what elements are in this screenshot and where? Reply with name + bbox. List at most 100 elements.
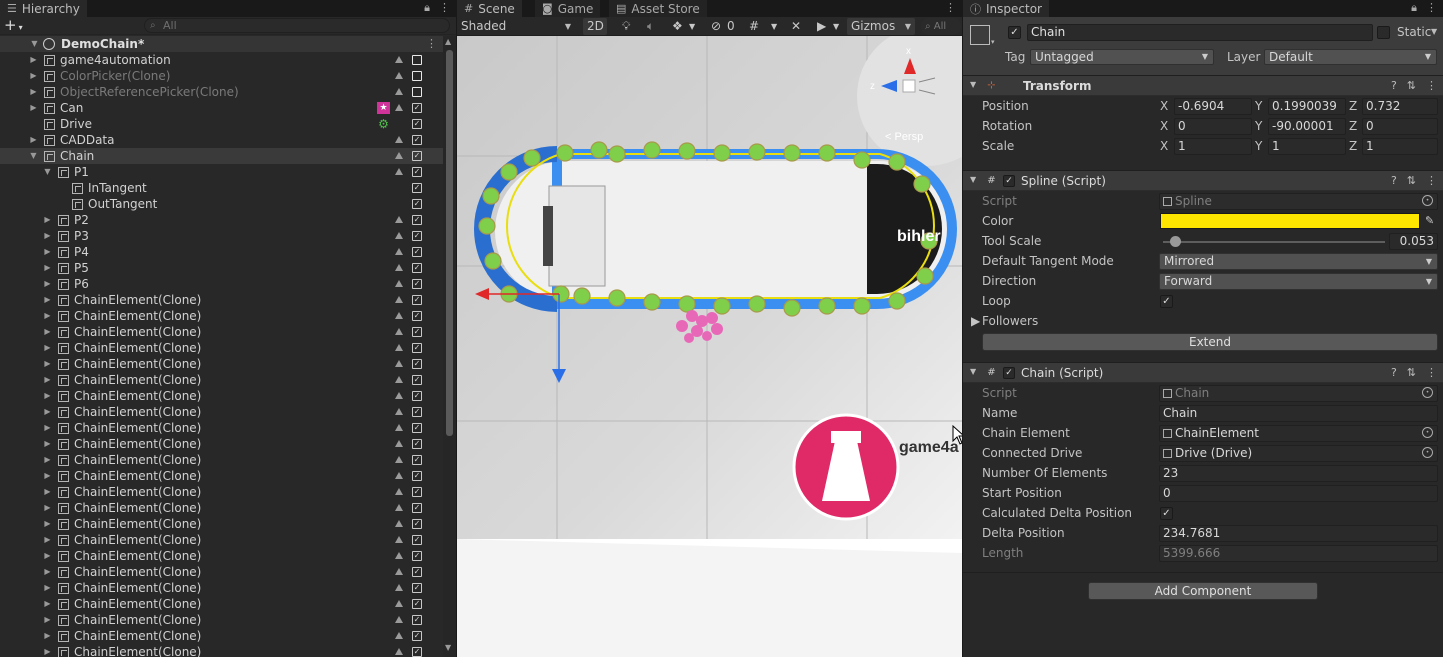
color-swatch[interactable]: [1160, 213, 1420, 229]
hierarchy-row[interactable]: ▶ ChainElement(Clone) ✓: [0, 388, 443, 404]
hierarchy-search-input[interactable]: ⌕ All: [144, 18, 450, 33]
collapsed-arrow-icon[interactable]: ▶: [43, 292, 52, 308]
extend-button[interactable]: Extend: [982, 333, 1438, 351]
tab-asset-store[interactable]: ▤ Asset Store: [609, 0, 707, 17]
transform-header[interactable]: ▼ ⊹ Transform ? ⇅ ⋮: [963, 75, 1443, 96]
scene-search-input[interactable]: ⌕ All: [921, 18, 961, 35]
collapsed-arrow-icon[interactable]: ▶: [43, 436, 52, 452]
hierarchy-row[interactable]: ▶ ChainElement(Clone) ✓: [0, 500, 443, 516]
collapsed-arrow-icon[interactable]: ▶: [43, 356, 52, 372]
eyedropper-icon[interactable]: ✎: [1425, 214, 1434, 227]
chevron-down-icon[interactable]: ▼: [833, 18, 839, 35]
hierarchy-row[interactable]: ▶ ChainElement(Clone) ✓: [0, 564, 443, 580]
active-toggle-checkbox[interactable]: ✓: [412, 295, 422, 305]
rotation-z-field[interactable]: 0: [1362, 118, 1438, 135]
collapsed-arrow-icon[interactable]: ▶: [43, 564, 52, 580]
start-position-field[interactable]: 0: [1159, 485, 1438, 502]
menu-kebab-icon[interactable]: ⋮: [1426, 1, 1437, 15]
hierarchy-row[interactable]: Drive ⚙ ✓: [0, 116, 443, 132]
expand-arrow-icon[interactable]: ▼: [29, 148, 38, 164]
collapsed-arrow-icon[interactable]: ▶: [43, 276, 52, 292]
hierarchy-row[interactable]: OutTangent ✓: [0, 196, 443, 212]
foldout-arrow-icon[interactable]: ▶: [971, 314, 980, 328]
help-icon[interactable]: ?: [1391, 174, 1397, 187]
layer-dropdown[interactable]: Default ▼: [1264, 49, 1437, 65]
direction-dropdown[interactable]: Forward ▼: [1159, 273, 1438, 290]
delta-position-field[interactable]: 234.7681: [1159, 525, 1438, 542]
lock-icon[interactable]: 🔒︎: [1411, 1, 1417, 15]
hierarchy-row[interactable]: ▶ ChainElement(Clone) ✓: [0, 484, 443, 500]
tab-game[interactable]: ◙ Game: [535, 0, 601, 17]
shading-mode-dropdown[interactable]: Shaded ▼: [457, 18, 575, 35]
active-toggle-checkbox[interactable]: ✓: [412, 183, 422, 193]
collapsed-arrow-icon[interactable]: ▶: [43, 260, 52, 276]
hierarchy-row[interactable]: ▶ CADData ✓: [0, 132, 443, 148]
collapsed-arrow-icon[interactable]: ▶: [43, 372, 52, 388]
component-menu-icon[interactable]: ⋮: [1426, 79, 1437, 92]
active-toggle-checkbox[interactable]: ✓: [412, 167, 422, 177]
effects-toggle-icon[interactable]: ❖: [672, 18, 683, 35]
hierarchy-row[interactable]: ▶ ChainElement(Clone) ✓: [0, 596, 443, 612]
active-toggle-checkbox[interactable]: ✓: [412, 391, 422, 401]
expand-arrow-icon[interactable]: ▼: [43, 164, 52, 180]
hierarchy-row[interactable]: ▶ ChainElement(Clone) ✓: [0, 452, 443, 468]
collapsed-arrow-icon[interactable]: ▶: [43, 484, 52, 500]
collapsed-arrow-icon[interactable]: ▶: [43, 612, 52, 628]
collapsed-arrow-icon[interactable]: ▶: [29, 68, 38, 84]
component-menu-icon[interactable]: ⋮: [1426, 366, 1437, 379]
active-toggle-checkbox[interactable]: ✓: [412, 151, 422, 161]
chevron-down-icon[interactable]: ▼: [689, 18, 695, 35]
foldout-arrow-icon[interactable]: ▼: [970, 367, 976, 376]
hierarchy-row[interactable]: ▶ ColorPicker(Clone): [0, 68, 443, 84]
collapsed-arrow-icon[interactable]: ▶: [43, 404, 52, 420]
collapsed-arrow-icon[interactable]: ▶: [29, 132, 38, 148]
active-toggle-checkbox[interactable]: ✓: [412, 263, 422, 273]
preset-icon[interactable]: ⇅: [1407, 174, 1416, 187]
rotation-y-field[interactable]: -90.00001: [1268, 118, 1346, 135]
collapsed-arrow-icon[interactable]: ▶: [43, 228, 52, 244]
collapsed-arrow-icon[interactable]: ▶: [43, 628, 52, 644]
scale-z-field[interactable]: 1: [1362, 138, 1438, 155]
position-x-field[interactable]: -0.6904: [1174, 98, 1252, 115]
hierarchy-row[interactable]: ▶ P3 ✓: [0, 228, 443, 244]
collapsed-arrow-icon[interactable]: ▶: [43, 580, 52, 596]
hierarchy-row[interactable]: ▶ ChainElement(Clone) ✓: [0, 532, 443, 548]
scroll-up-icon[interactable]: ▲: [445, 37, 451, 46]
toolscale-field[interactable]: 0.053: [1389, 233, 1438, 250]
tangent-dropdown[interactable]: Mirrored ▼: [1159, 253, 1438, 270]
name-field[interactable]: Chain: [1159, 405, 1438, 422]
active-toggle-checkbox[interactable]: ✓: [412, 647, 422, 657]
followers-row[interactable]: ▶ Followers: [963, 311, 1443, 331]
active-toggle-checkbox[interactable]: ✓: [412, 439, 422, 449]
active-toggle-checkbox[interactable]: ✓: [412, 279, 422, 289]
loop-checkbox[interactable]: ✓: [1160, 295, 1173, 308]
active-toggle-checkbox[interactable]: ✓: [412, 199, 422, 209]
component-menu-icon[interactable]: ⋮: [1426, 174, 1437, 187]
hierarchy-row[interactable]: ▶ ChainElement(Clone) ✓: [0, 644, 443, 657]
hierarchy-row[interactable]: ▼ P1 ✓: [0, 164, 443, 180]
hierarchy-row[interactable]: ▶ ChainElement(Clone) ✓: [0, 340, 443, 356]
gizmos-dropdown[interactable]: Gizmos ▼: [847, 18, 915, 35]
hierarchy-row[interactable]: ▶ ChainElement(Clone) ✓: [0, 292, 443, 308]
active-toggle-checkbox[interactable]: ✓: [412, 135, 422, 145]
toolscale-slider-track[interactable]: [1163, 241, 1385, 243]
collapsed-arrow-icon[interactable]: ▶: [43, 500, 52, 516]
hierarchy-row[interactable]: ▶ ChainElement(Clone) ✓: [0, 420, 443, 436]
scene-menu-icon[interactable]: ⋮: [426, 36, 437, 52]
spline-header[interactable]: ▼ # ✓ Spline (Script) ? ⇅ ⋮: [963, 170, 1443, 191]
collapsed-arrow-icon[interactable]: ▶: [43, 452, 52, 468]
foldout-arrow-icon[interactable]: ▼: [970, 80, 976, 89]
collapsed-arrow-icon[interactable]: ▶: [29, 84, 38, 100]
scene-viewport[interactable]: x z < Persp game4a bihler: [457, 36, 962, 657]
object-picker-icon[interactable]: •: [1422, 447, 1433, 458]
hierarchy-scrollbar[interactable]: ▲ ▼: [443, 36, 456, 657]
hierarchy-row[interactable]: ▼ Chain ✓: [0, 148, 443, 164]
collapsed-arrow-icon[interactable]: ▶: [43, 548, 52, 564]
active-toggle-checkbox[interactable]: ✓: [412, 103, 422, 113]
tab-scene[interactable]: # Scene: [457, 0, 522, 17]
hierarchy-row[interactable]: ▶ ChainElement(Clone) ✓: [0, 580, 443, 596]
collapsed-arrow-icon[interactable]: ▶: [43, 340, 52, 356]
active-toggle-checkbox[interactable]: ✓: [412, 471, 422, 481]
active-toggle-checkbox[interactable]: ✓: [412, 231, 422, 241]
grid-toggle-icon[interactable]: #: [749, 18, 759, 35]
